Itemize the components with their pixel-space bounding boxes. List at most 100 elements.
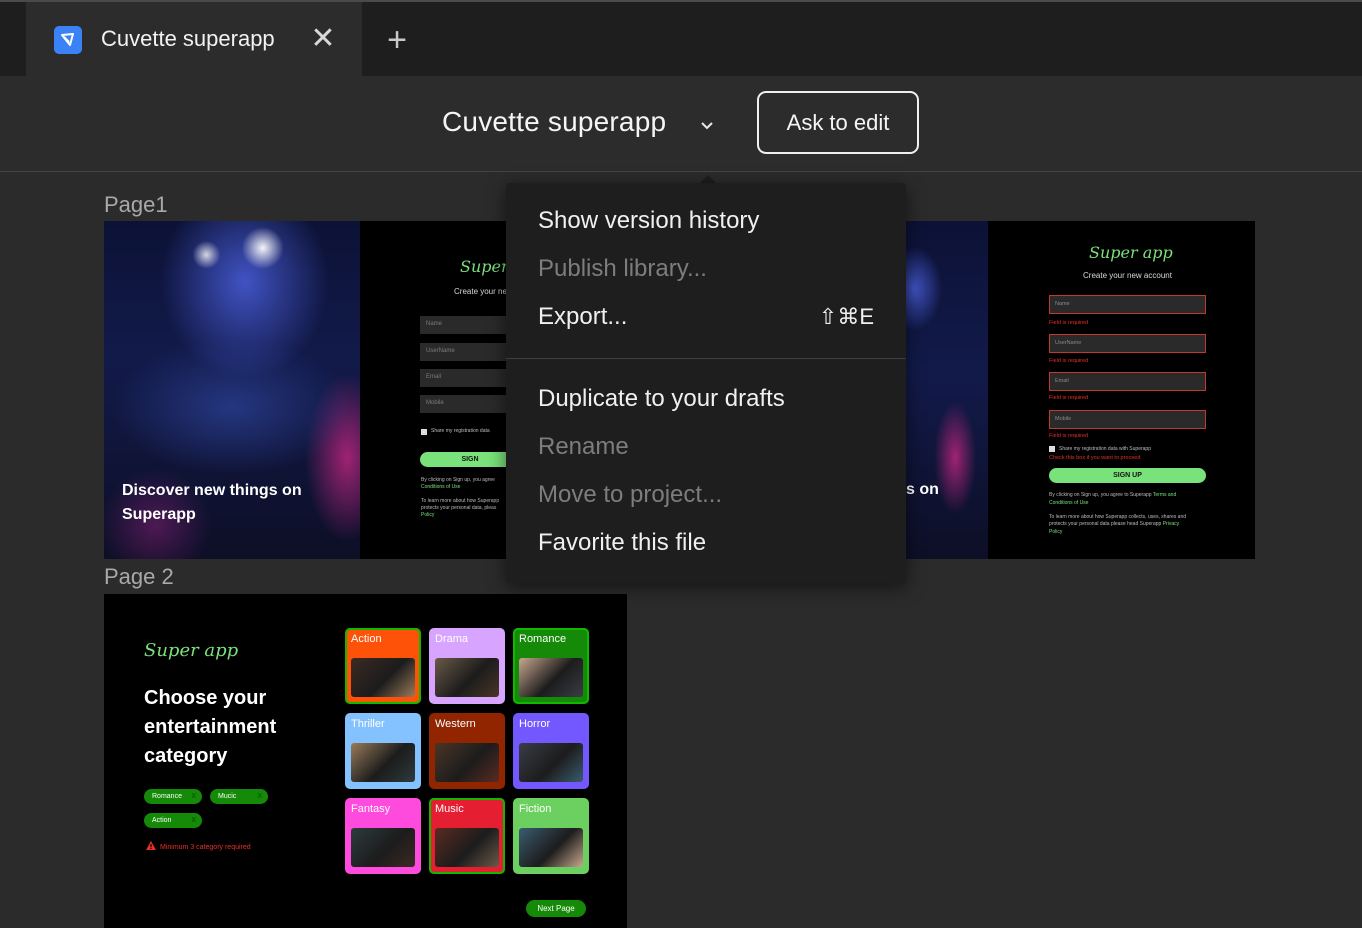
- email-field: Email: [420, 369, 506, 387]
- warning-icon: [146, 841, 156, 850]
- terms-text-body: By clicking on Sign up, you agree to Sup…: [1049, 492, 1152, 498]
- category-image: [519, 743, 583, 782]
- hero-caption-fragment: s on: [906, 481, 939, 498]
- chip-remove-icon: X: [257, 793, 262, 800]
- privacy-text: To learn more about how Superapp collect…: [1049, 514, 1187, 520]
- menu-item-label: Show version history: [538, 207, 760, 234]
- checkbox-label: Share my registration data: [431, 428, 490, 434]
- chip-label: Action: [152, 817, 172, 824]
- chip-label: Mucic: [218, 793, 237, 800]
- category-image: [435, 743, 499, 782]
- menu-item-version-history[interactable]: Show version history: [506, 197, 906, 245]
- category-image: [519, 828, 583, 867]
- category-card-fantasy: Fantasy: [345, 798, 421, 874]
- category-warning: Minimum 3 category required: [146, 841, 251, 851]
- menu-item-label: Favorite this file: [538, 529, 707, 556]
- warning-text: Minimum 3 category required: [160, 844, 251, 851]
- terms-link: Conditions of Use: [421, 484, 461, 490]
- chip-remove-icon: X: [191, 817, 196, 824]
- category-image: [435, 658, 499, 697]
- menu-item-label: Rename: [538, 433, 629, 460]
- category-card-horror: Horror: [513, 713, 589, 789]
- terms-text: By clicking on Sign up, you agree to Sup…: [1049, 492, 1176, 499]
- signup-button: SIGN UP: [1049, 468, 1206, 483]
- next-page-button: Next Page: [526, 900, 586, 917]
- form-subtitle: Create your ne: [454, 287, 506, 296]
- frame-register[interactable]: Discover new things on Superapp Super Cr…: [104, 221, 506, 559]
- menu-item-label: Publish library...: [538, 255, 707, 282]
- file-title[interactable]: Cuvette superapp: [442, 106, 666, 138]
- brand-logo: Super: [460, 257, 506, 276]
- privacy-link: Policy: [421, 512, 435, 518]
- category-card-music: Music: [429, 798, 505, 874]
- privacy-link: Privacy: [1162, 521, 1180, 527]
- register-form: Super app Create your new account Name F…: [988, 221, 1255, 559]
- concert-image: s on: [906, 221, 988, 559]
- figma-file-icon: [54, 26, 82, 54]
- error-text: Field is required: [1049, 395, 1089, 401]
- category-name: Thriller: [351, 718, 385, 730]
- category-image: [351, 828, 415, 867]
- category-image: [351, 743, 415, 782]
- category-card-western: Western: [429, 713, 505, 789]
- concert-image: Discover new things on Superapp: [104, 221, 360, 559]
- privacy-text: To learn more about how Superapp: [421, 498, 500, 504]
- frame-categories[interactable]: Super app Choose your entertainment cate…: [104, 594, 627, 928]
- privacy-text-2: protects your personal data please head …: [1049, 521, 1179, 528]
- name-field: Name: [1049, 295, 1206, 314]
- category-name: Western: [435, 718, 476, 730]
- chip-remove-icon: X: [191, 793, 196, 800]
- file-tab[interactable]: Cuvette superapp ✕: [26, 2, 362, 76]
- category-card-romance: Romance: [513, 628, 589, 704]
- menu-divider: [506, 358, 906, 359]
- category-name: Action: [351, 633, 382, 645]
- category-card-drama: Drama: [429, 628, 505, 704]
- category-image: [519, 658, 583, 697]
- brand-logo: Super app: [144, 640, 239, 661]
- new-tab-icon[interactable]: +: [382, 22, 412, 58]
- privacy-text-2: protects your personal data, pleas: [421, 505, 497, 511]
- ask-to-edit-button[interactable]: Ask to edit: [757, 91, 919, 154]
- category-name: Fantasy: [351, 803, 391, 815]
- selected-chip: Action X: [144, 813, 202, 828]
- close-tab-icon[interactable]: ✕: [310, 24, 336, 54]
- mobile-field: Mobile: [1049, 410, 1206, 429]
- menu-item-publish-library: Publish library...: [506, 245, 906, 293]
- menu-item-favorite[interactable]: Favorite this file: [506, 519, 906, 567]
- privacy-text-body: protects your personal data please head …: [1049, 521, 1162, 527]
- menu-item-duplicate[interactable]: Duplicate to your drafts: [506, 375, 906, 423]
- terms-link: Terms and: [1152, 492, 1177, 498]
- menu-caret: [700, 175, 716, 183]
- mobile-field: Mobile: [420, 395, 506, 413]
- form-subtitle: Create your new account: [1083, 271, 1172, 280]
- name-field: Name: [420, 316, 506, 334]
- brand-logo: Super app: [1089, 243, 1173, 262]
- email-field: Email: [1049, 372, 1206, 391]
- checkbox-error: Check this box if you want to proceed: [1049, 455, 1141, 461]
- tab-title: Cuvette superapp: [101, 26, 275, 51]
- username-field: UserName: [1049, 334, 1206, 353]
- terms-text: By clicking on Sign up, you agree: [421, 477, 495, 483]
- error-text: Field is required: [1049, 358, 1089, 364]
- chevron-down-icon[interactable]: [697, 116, 717, 136]
- category-name: Music: [435, 803, 464, 815]
- menu-item-move-to-project: Move to project...: [506, 471, 906, 519]
- menu-item-rename: Rename: [506, 423, 906, 471]
- frame-register-errors[interactable]: s on Super app Create your new account N…: [906, 221, 1255, 559]
- export-shortcut: ⇧⌘E: [818, 304, 874, 329]
- menu-item-export[interactable]: Export... ⇧⌘E: [506, 293, 906, 341]
- page-label-page2[interactable]: Page 2: [104, 564, 174, 590]
- checkbox-label: Share my registration data with Superapp: [1059, 446, 1151, 452]
- toolbar: Cuvette superapp Ask to edit: [0, 76, 1362, 172]
- category-image: [351, 658, 415, 697]
- privacy-link-2: Policy: [1049, 529, 1063, 535]
- error-text: Field is required: [1049, 433, 1089, 439]
- category-card-thriller: Thriller: [345, 713, 421, 789]
- category-card-action: Action: [345, 628, 421, 704]
- error-text: Field is required: [1049, 320, 1089, 326]
- page-label-page1[interactable]: Page1: [104, 192, 168, 218]
- category-name: Drama: [435, 633, 469, 645]
- chip-label: Romance: [152, 793, 182, 800]
- category-heading: Choose your entertainment category: [144, 687, 277, 767]
- signup-button: SIGN: [420, 452, 506, 467]
